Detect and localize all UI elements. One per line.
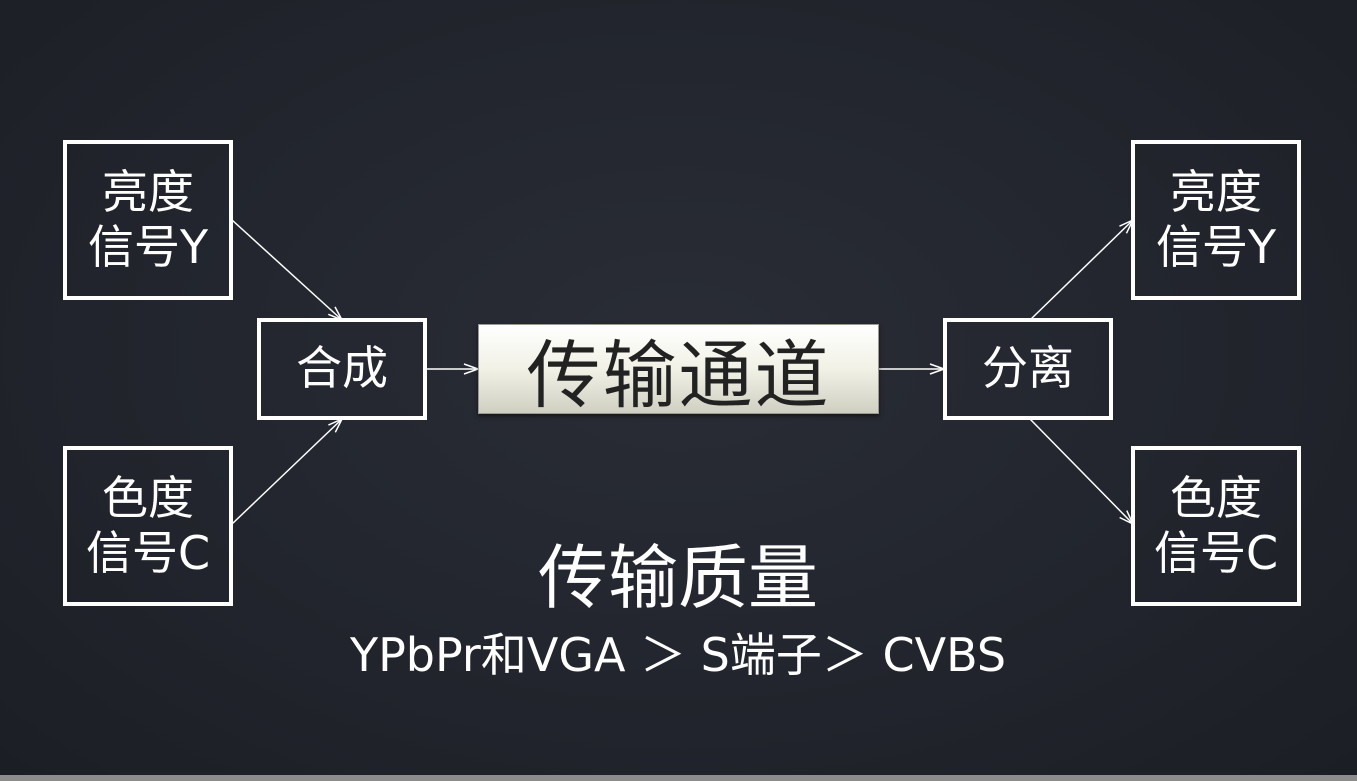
transmission-channel-box: 传输通道 <box>478 324 879 419</box>
output-chroma-line1: 色度 <box>1170 470 1262 525</box>
arrow-separate-to-chroma <box>1029 418 1133 524</box>
arrow-luma-to-combine <box>231 219 342 320</box>
separate-label: 分离 <box>982 341 1074 396</box>
output-luma-box: 亮度 信号Y <box>1131 140 1301 300</box>
input-luma-line1: 亮度 <box>102 164 194 219</box>
output-chroma-line2: 信号C <box>1153 526 1279 580</box>
quality-title: 传输质量 <box>538 537 818 619</box>
input-chroma-line2: 信号C <box>85 526 211 580</box>
arrow-chroma-to-combine <box>231 419 342 525</box>
input-luma-line2: 信号Y <box>87 220 209 274</box>
quality-ranking: YPbPr和VGA ＞ S端子＞ CVBS <box>349 628 1007 682</box>
arrow-separate-to-luma <box>1029 220 1133 321</box>
input-luma-box: 亮度 信号Y <box>63 140 233 300</box>
output-luma-line1: 亮度 <box>1170 164 1262 219</box>
combine-box: 合成 <box>257 318 427 420</box>
output-chroma-box: 色度 信号C <box>1131 446 1301 606</box>
combine-label: 合成 <box>296 341 388 396</box>
transmission-channel-label: 传输通道 <box>526 332 831 419</box>
input-chroma-box: 色度 信号C <box>63 446 233 606</box>
bottom-divider <box>0 775 1357 781</box>
input-chroma-line1: 色度 <box>102 470 194 525</box>
output-luma-line2: 信号Y <box>1155 220 1277 274</box>
separate-box: 分离 <box>943 318 1113 420</box>
